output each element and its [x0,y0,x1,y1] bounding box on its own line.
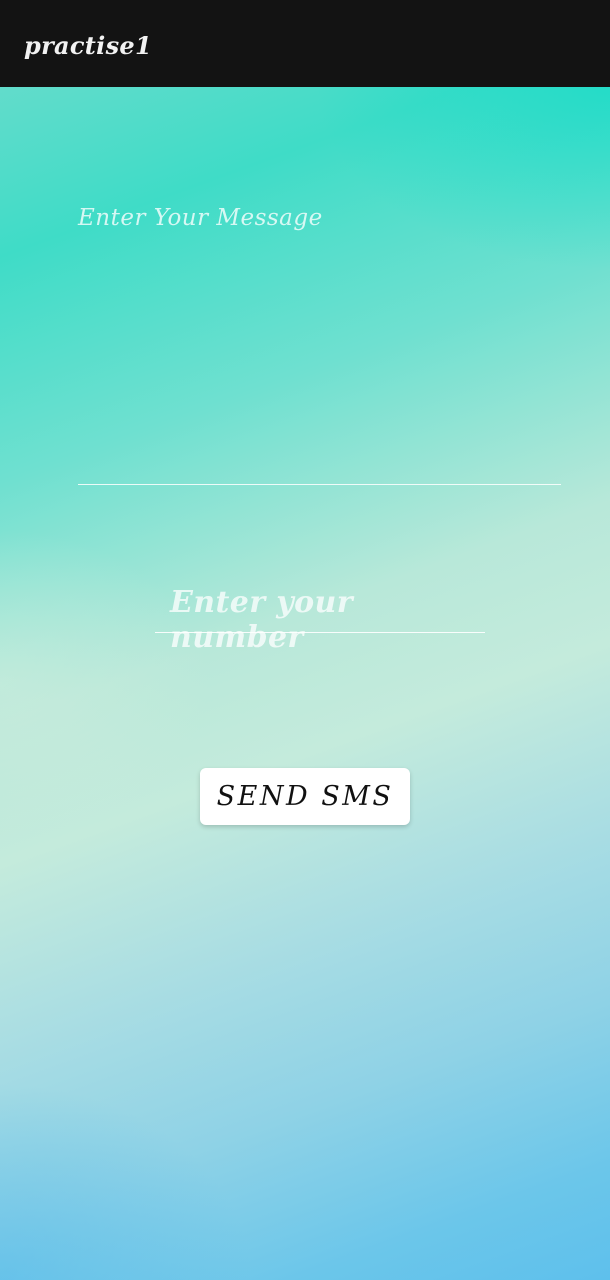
phone-number-input[interactable]: Enter your number [155,575,485,655]
send-sms-button[interactable]: SEND SMS [200,768,410,825]
app-bar: practise1 [0,0,610,87]
message-placeholder: Enter Your Message [78,205,323,231]
message-input[interactable]: Enter Your Message [78,193,561,485]
app-title: practise1 [24,31,152,60]
number-placeholder: Enter your number [170,585,353,655]
main-content: Enter Your Message Enter your number SEN… [0,87,610,1280]
send-sms-button-label: SEND SMS [216,781,394,812]
